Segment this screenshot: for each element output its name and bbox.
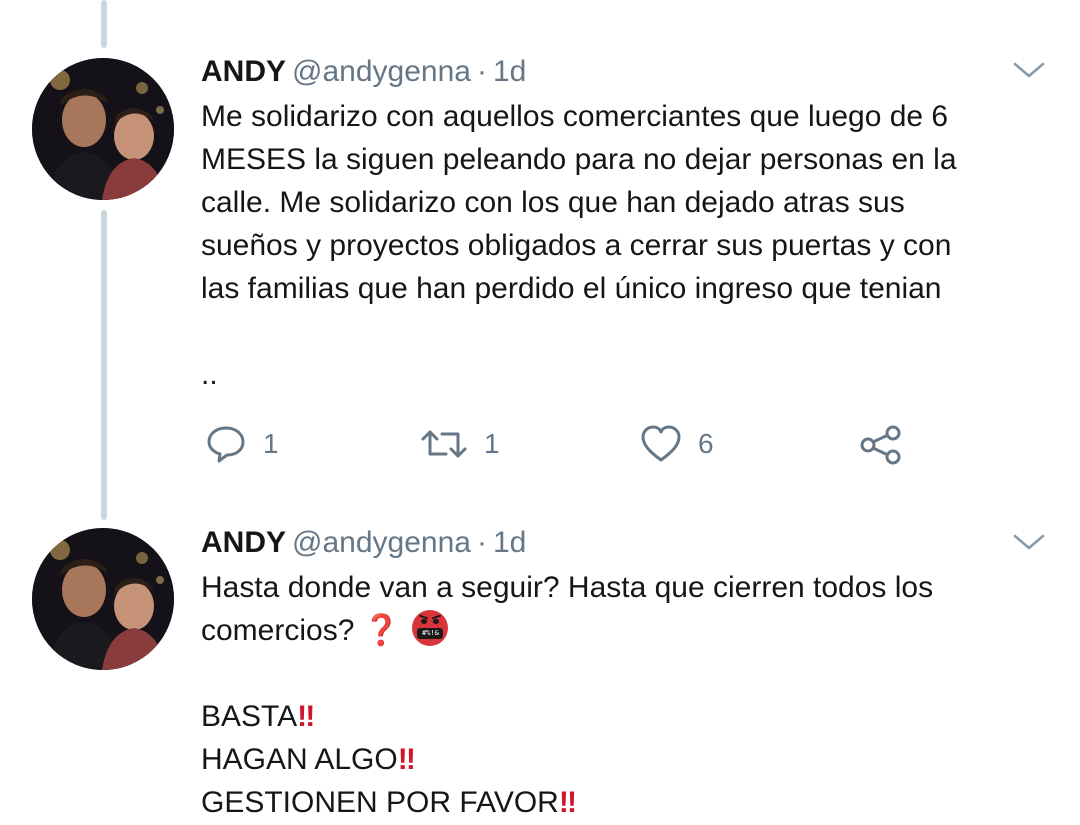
avatar-photo (32, 58, 174, 200)
avatar[interactable] (32, 528, 174, 670)
separator-dot: · (476, 526, 487, 559)
timestamp[interactable]: 1d (493, 55, 526, 88)
timestamp[interactable]: 1d (493, 526, 526, 559)
cursing-symbols: #%!& (417, 628, 444, 639)
double-exclamation-icon: ‼ (397, 743, 416, 776)
tweet-text-line: GESTIONEN POR FAVOR‼ (201, 781, 1051, 824)
tweet-text: Me solidarizo con aquellos comerciantes … (201, 95, 1051, 396)
chevron-down-icon[interactable] (1012, 60, 1046, 80)
tweet-text-fragment: comercios? (201, 614, 355, 647)
retweet-count: 1 (484, 428, 500, 459)
tweet-text-spacer (201, 310, 1051, 353)
retweet-icon (421, 430, 467, 458)
reply-count: 1 (263, 428, 279, 459)
reply-icon (207, 426, 245, 463)
like-button[interactable]: 6 (640, 424, 714, 464)
cursing-face-icon: #%!& (412, 610, 449, 646)
share-icon (860, 425, 901, 465)
tweet-1[interactable]: ANDY @andygenna · 1d Me solidarizo con aque… (0, 0, 1080, 500)
tweet-actions: 1 1 6 (0, 420, 1080, 470)
tweet-text-trailing: .. (201, 358, 218, 391)
tweet-text-fragment: BASTA (201, 700, 298, 733)
heart-icon (641, 425, 681, 462)
tweet-text: Hasta donde van a seguir? Hasta que cier… (201, 566, 1051, 824)
reply-button[interactable]: 1 (205, 424, 279, 464)
display-name[interactable]: ANDY (201, 55, 286, 88)
share-button[interactable] (858, 424, 904, 466)
tweet-2[interactable]: ANDY @andygenna · 1d Hasta donde van a segu… (0, 500, 1080, 825)
tweet-text-line: sueños y proyectos obligados a cerrar su… (201, 229, 952, 262)
user-handle[interactable]: @andygenna (292, 526, 471, 559)
tweet-text-fragment: HAGAN ALGO (201, 743, 398, 776)
separator-dot: · (476, 55, 487, 88)
avatar-photo (32, 528, 174, 670)
avatar[interactable] (32, 58, 174, 200)
user-handle[interactable]: @andygenna (292, 55, 471, 88)
tweet-text-line: BASTA‼ (201, 695, 1051, 738)
like-count: 6 (698, 428, 714, 459)
tweet-text-line: comercios? ❓ #%!& (201, 609, 1051, 652)
display-name[interactable]: ANDY (201, 526, 286, 559)
tweet-text-line: MESES la siguen peleando para no dejar p… (201, 143, 957, 176)
tweet-text-spacer (201, 652, 1051, 695)
tweet-text-line: HAGAN ALGO‼ (201, 738, 1051, 781)
tweet-text-line: las familias que han perdido el único in… (201, 272, 942, 305)
tweet-text-line: Me solidarizo con aquellos comerciantes … (201, 100, 949, 133)
tweet-text-fragment: GESTIONEN POR FAVOR (201, 786, 559, 819)
question-mark-icon: ❓ (362, 614, 401, 647)
tweet-text-line: calle. Me solidarizo con los que han dej… (201, 186, 905, 219)
tweet-header: ANDY @andygenna · 1d (201, 525, 526, 561)
double-exclamation-icon: ‼ (558, 786, 577, 819)
tweet-header: ANDY @andygenna · 1d (201, 54, 526, 90)
tweet-text-line: Hasta donde van a seguir? Hasta que cier… (201, 571, 934, 604)
chevron-down-icon[interactable] (1012, 532, 1046, 552)
retweet-button[interactable]: 1 (420, 424, 500, 464)
double-exclamation-icon: ‼ (297, 700, 316, 733)
